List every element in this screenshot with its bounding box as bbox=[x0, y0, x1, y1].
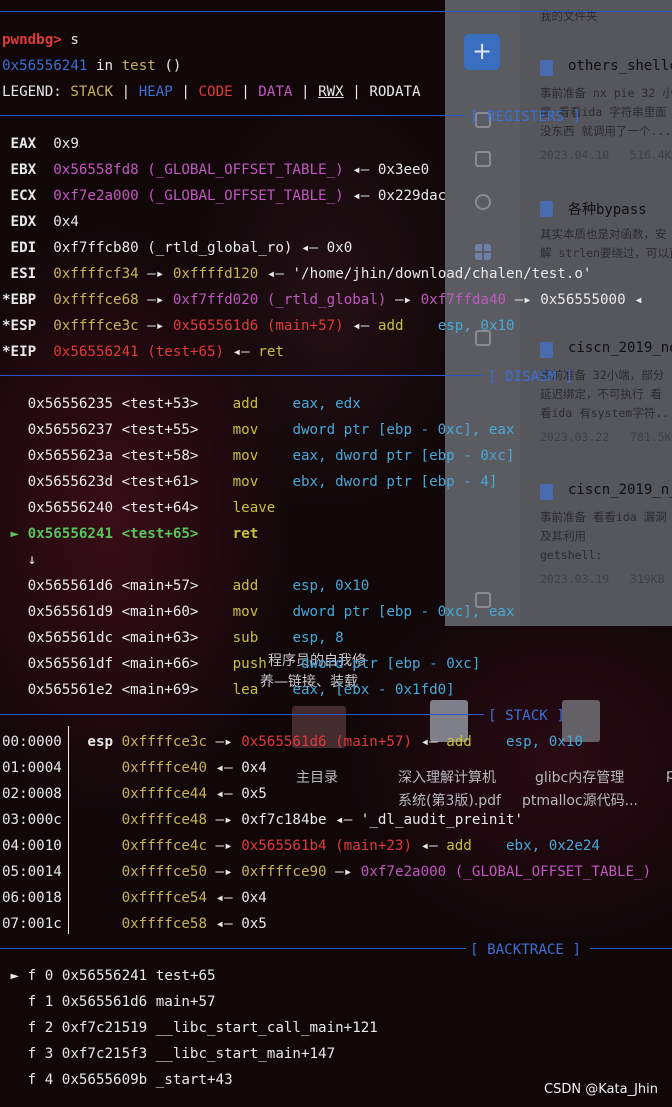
registers-header: [ REGISTERS ] bbox=[470, 109, 582, 125]
stack-row: 07:001c 0xffffce58 ◂— 0x5 bbox=[2, 916, 267, 932]
section-divider bbox=[0, 714, 484, 715]
prompt-line: pwndbg> s bbox=[2, 30, 79, 50]
backtrace-row: f 1 0x565561d6 main+57 bbox=[27, 994, 216, 1010]
disasm-row: 0x565561d9 <main+60> mov dword ptr [ebp … bbox=[27, 604, 515, 620]
terminal[interactable]: pwndbg> s 0x56556241 in test () LEGEND: … bbox=[0, 0, 672, 1107]
section-divider bbox=[0, 375, 484, 376]
stack-row: 01:0004 0xffffce40 ◂— 0x4 bbox=[2, 760, 267, 776]
backtrace-row: f 3 0xf7c215f3 __libc_start_main+147 bbox=[27, 1046, 336, 1062]
register-row: ECX 0xf7e2a000 (_GLOBAL_OFFSET_TABLE_) ◂… bbox=[2, 188, 447, 204]
stack-row: 05:0014 0xffffce50 —▸ 0xffffce90 —▸ 0xf7… bbox=[2, 864, 652, 880]
disasm-row: 0x565561dc <main+63> sub esp, 8 bbox=[27, 630, 344, 646]
backtrace-row: ► f 0 0x56556241 test+65 bbox=[10, 968, 216, 984]
backtrace-row: f 4 0x5655609b _start+43 bbox=[27, 1072, 233, 1088]
register-row: *ESP 0xffffce3c —▸ 0x565561d6 (main+57) … bbox=[2, 318, 515, 334]
disasm-row: 0x565561e2 <main+69> lea eax, [ebx - 0x1… bbox=[27, 682, 455, 698]
stack-row: 02:0008 0xffffce44 ◂— 0x5 bbox=[2, 786, 267, 802]
register-row: *EBP 0xffffce68 —▸ 0xf7ffd020 (_rtld_glo… bbox=[2, 292, 643, 308]
section-divider bbox=[590, 948, 672, 949]
backtrace-row: f 2 0xf7c21519 __libc_start_call_main+12… bbox=[27, 1020, 378, 1036]
disasm-row: 0x5655623d <test+61> mov ebx, dword ptr … bbox=[27, 474, 498, 490]
branch-arrow: ↓ bbox=[27, 552, 37, 568]
disasm-row: 0x565561d6 <main+57> add esp, 0x10 bbox=[27, 578, 370, 594]
stack-row: 00:0000 esp 0xffffce3c —▸ 0x565561d6 (ma… bbox=[2, 734, 583, 750]
disasm-header: [ DISASM ] bbox=[488, 369, 574, 385]
stack-row: 06:0018 0xffffce54 ◂— 0x4 bbox=[2, 890, 267, 906]
current-marker: ► bbox=[10, 526, 20, 542]
watermark: CSDN @Kata_Jhin bbox=[544, 1082, 658, 1097]
register-row: EAX 0x9 bbox=[2, 136, 79, 152]
section-divider bbox=[0, 948, 466, 949]
disasm-row-current: ► 0x56556241 <test+65> ret bbox=[10, 526, 259, 542]
section-divider bbox=[0, 11, 672, 12]
disasm-row: 0x5655623a <test+58> mov eax, dword ptr … bbox=[27, 448, 515, 464]
disasm-row: 0x56556235 <test+53> add eax, edx bbox=[27, 396, 361, 412]
disasm-row: 0x56556240 <test+64> leave bbox=[27, 500, 276, 516]
register-row: EDX 0x4 bbox=[2, 214, 79, 230]
register-row: EBX 0x56558fd8 (_GLOBAL_OFFSET_TABLE_) ◂… bbox=[2, 162, 430, 178]
location-line: 0x56556241 in test () bbox=[2, 58, 182, 74]
stack-row: 04:0010 0xffffce4c —▸ 0x565561b4 (main+2… bbox=[2, 838, 600, 854]
disasm-row: 0x565561df <main+66> push dword ptr [ebp… bbox=[27, 656, 481, 672]
prompt: pwndbg> bbox=[2, 32, 62, 48]
command: s bbox=[70, 32, 79, 48]
stack-row: 03:000c 0xffffce48 —▸ 0xf7c184be ◂— '_dl… bbox=[2, 812, 524, 828]
disasm-row: 0x56556237 <test+55> mov dword ptr [ebp … bbox=[27, 422, 515, 438]
legend-line: LEGEND: STACK | HEAP | CODE | DATA | RWX… bbox=[2, 84, 421, 100]
section-divider bbox=[0, 115, 466, 116]
register-row: EDI 0xf7ffcb80 (_rtld_global_ro) ◂— 0x0 bbox=[2, 240, 353, 256]
register-row: ESI 0xffffcf34 —▸ 0xffffd120 ◂— '/home/j… bbox=[2, 266, 592, 282]
backtrace-header: [ BACKTRACE ] bbox=[470, 942, 582, 958]
stack-header: [ STACK ] bbox=[488, 708, 565, 724]
register-row: *EIP 0x56556241 (test+65) ◂— ret bbox=[2, 344, 284, 360]
